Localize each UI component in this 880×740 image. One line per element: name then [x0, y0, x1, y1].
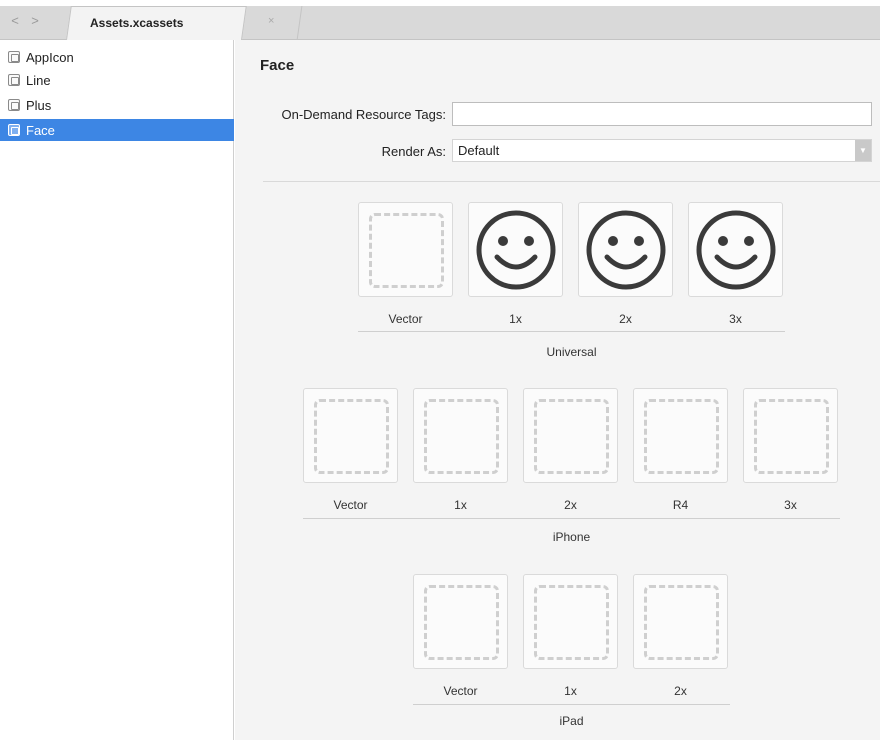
- group-divider: [303, 518, 840, 519]
- empty-slot-placeholder: [314, 399, 389, 474]
- empty-slot-placeholder: [534, 585, 609, 660]
- smiley-face-icon: [586, 210, 666, 290]
- sidebar-item-label: Face: [26, 122, 55, 138]
- empty-slot-placeholder: [644, 399, 719, 474]
- sidebar-item-label: Line: [26, 72, 51, 88]
- slot-label: 2x: [564, 498, 577, 512]
- image-well-iphone-3x[interactable]: [743, 388, 838, 483]
- image-set-icon: [8, 74, 20, 86]
- image-well-iphone-1x[interactable]: [413, 388, 508, 483]
- empty-slot-placeholder: [424, 399, 499, 474]
- sidebar-item-plus[interactable]: Plus: [8, 94, 234, 116]
- sidebar-item-label: AppIcon: [26, 49, 74, 65]
- image-well-ipad-vector[interactable]: [413, 574, 508, 669]
- group-label-iphone: iPhone: [552, 530, 591, 544]
- empty-slot-placeholder: [754, 399, 829, 474]
- image-well-universal-vector[interactable]: [358, 202, 453, 297]
- forward-arrow-icon[interactable]: >: [28, 13, 42, 29]
- image-well-iphone-vector[interactable]: [303, 388, 398, 483]
- render-as-value: Default: [458, 143, 500, 158]
- asset-sidebar: AppIcon Line Plus Face: [0, 40, 234, 740]
- empty-slot-placeholder: [534, 399, 609, 474]
- smiley-face-icon: [696, 210, 776, 290]
- appicon-set-icon: [8, 51, 20, 63]
- group-divider: [413, 704, 730, 705]
- render-as-label: Render As:: [381, 144, 446, 159]
- sidebar-item-face[interactable]: Face: [0, 119, 234, 141]
- slot-label: Vector: [443, 684, 478, 698]
- empty-slot-placeholder: [369, 213, 444, 288]
- on-demand-tags-input[interactable]: [452, 102, 872, 126]
- image-well-ipad-2x[interactable]: [633, 574, 728, 669]
- image-well-ipad-1x[interactable]: [523, 574, 618, 669]
- slot-label: 1x: [454, 498, 467, 512]
- image-set-icon: [8, 124, 20, 136]
- slot-label: 3x: [729, 312, 742, 326]
- back-arrow-icon[interactable]: <: [8, 13, 22, 29]
- asset-detail: Face On-Demand Resource Tags: Render As:…: [235, 40, 880, 740]
- group-label-ipad: iPad: [559, 714, 584, 728]
- smiley-face-icon: [476, 210, 556, 290]
- tab-label[interactable]: Assets.xcassets: [90, 16, 183, 30]
- image-well-universal-1x[interactable]: [468, 202, 563, 297]
- image-well-universal-3x[interactable]: [688, 202, 783, 297]
- render-as-select[interactable]: Default ▼: [452, 139, 872, 162]
- page-title: Face: [260, 57, 295, 74]
- chevron-down-icon[interactable]: ▼: [855, 140, 871, 161]
- slot-label: 2x: [674, 684, 687, 698]
- close-icon[interactable]: ×: [268, 15, 274, 27]
- sidebar-item-line[interactable]: Line: [8, 69, 234, 91]
- slot-label: 3x: [784, 498, 797, 512]
- image-well-universal-2x[interactable]: [578, 202, 673, 297]
- group-divider: [358, 331, 785, 332]
- slot-label: 1x: [564, 684, 577, 698]
- empty-slot-placeholder: [424, 585, 499, 660]
- slot-label: 2x: [619, 312, 632, 326]
- image-well-iphone-r4[interactable]: [633, 388, 728, 483]
- image-well-iphone-2x[interactable]: [523, 388, 618, 483]
- group-label-universal: Universal: [546, 345, 597, 359]
- slot-label: R4: [672, 498, 689, 512]
- sidebar-item-appicon[interactable]: AppIcon: [8, 46, 234, 68]
- sidebar-item-label: Plus: [26, 97, 52, 113]
- divider: [263, 181, 880, 182]
- tab-empty[interactable]: [249, 6, 303, 40]
- slot-label: Vector: [388, 312, 423, 326]
- tab-bar: < > Assets.xcassets ×: [0, 0, 880, 40]
- slot-label: 1x: [509, 312, 522, 326]
- slot-label: Vector: [333, 498, 368, 512]
- tags-label: On-Demand Resource Tags:: [281, 107, 446, 122]
- image-set-icon: [8, 99, 20, 111]
- empty-slot-placeholder: [644, 585, 719, 660]
